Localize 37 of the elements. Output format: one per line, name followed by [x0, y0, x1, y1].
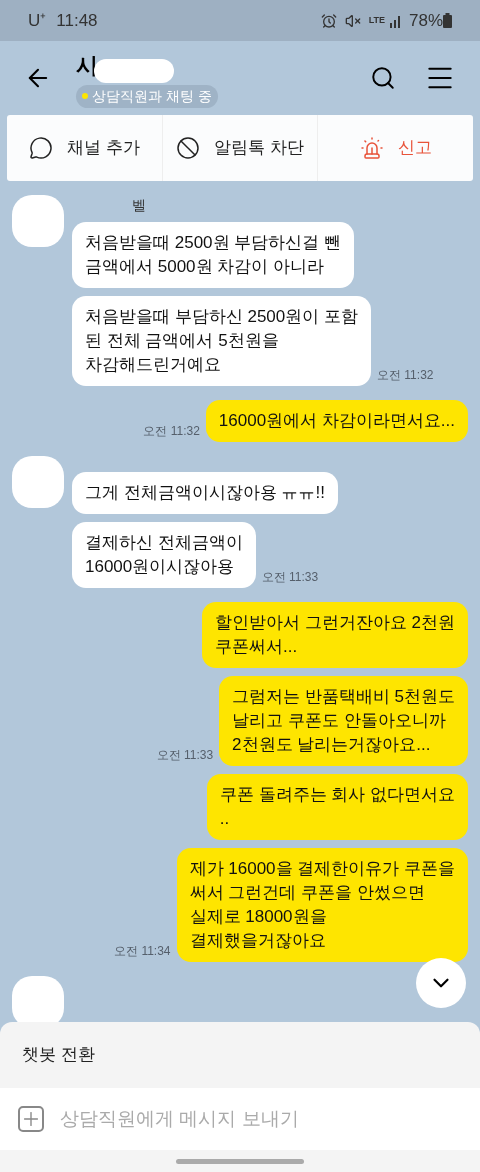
chat-status-badge: 상담직원과 채팅 중 [76, 84, 218, 108]
chatbot-switch-button[interactable]: 챗봇 전환 [0, 1022, 480, 1088]
message-bubble: 그게 전체금액이시잖아용 ㅠㅠ!! [72, 472, 338, 514]
message-bubble: 그럼저는 반품택배비 5천원도 날리고 쿠폰도 안돌아오니까 2천원도 날리는거잖아요... [219, 676, 468, 766]
battery-icon [443, 13, 452, 28]
message-field[interactable]: 상담직원에게 메시지 보내기 [0, 1088, 480, 1150]
message-bubble: 결제하신 전체금액이 16000원이시잖아용 [72, 522, 256, 588]
chat-title: 시 [76, 52, 98, 79]
action-button[interactable]: 채널 추가 [7, 115, 162, 181]
message-time: 오전 11:33 [156, 747, 214, 764]
message-bubble: 16000원에서 차감이라면서요... [205, 400, 468, 442]
message-time: 오전 11:32 [377, 367, 434, 384]
block-icon [176, 136, 201, 160]
message-bubble: 할인받아서 그런거잔아요 2천원 쿠폰써서... [202, 602, 468, 668]
channel-add-icon [28, 136, 53, 160]
alarm-icon [320, 12, 337, 29]
message-bubble: 제가 16000을 결제한이유가 쿠폰을 써서 그런건데 쿠폰을 안썼으면 실제로 18000원을 결제했을거잖아요 [176, 848, 468, 962]
message-time: 오전 11:32 [143, 423, 200, 440]
scroll-down-button[interactable] [416, 958, 466, 1008]
message-time: 오전 11:33 [261, 569, 319, 586]
attach-icon[interactable] [18, 1106, 44, 1132]
siren-icon [359, 136, 384, 160]
carrier: U⁺ [28, 9, 47, 32]
message-input[interactable]: 상담직원에게 메시지 보내기 [60, 1104, 462, 1134]
network-type: LTE [368, 13, 385, 27]
message-bubble: 쿠폰 돌려주는 회사 없다면서요 .. [206, 774, 468, 840]
sender-name: 벨 [131, 196, 146, 215]
message-bubble: 처음받을때 부담하신 2500원이 포함 된 전체 금액에서 5천원을 차감해드린거예요 [72, 296, 371, 386]
action-button[interactable]: 신고 [317, 115, 473, 181]
message-bubble: 처음받을때 2500원 부담하신걸 뺀 금액에서 5000원 차감이 아니라 [72, 222, 354, 288]
mute-icon [344, 12, 361, 29]
search-icon[interactable] [370, 65, 396, 91]
battery-percent: 78% [408, 9, 443, 32]
clock: 11:48 [56, 9, 98, 32]
signal-icon [388, 13, 403, 28]
message-time: 오전 11:34 [114, 943, 171, 960]
action-button[interactable]: 알림톡 차단 [161, 115, 318, 181]
